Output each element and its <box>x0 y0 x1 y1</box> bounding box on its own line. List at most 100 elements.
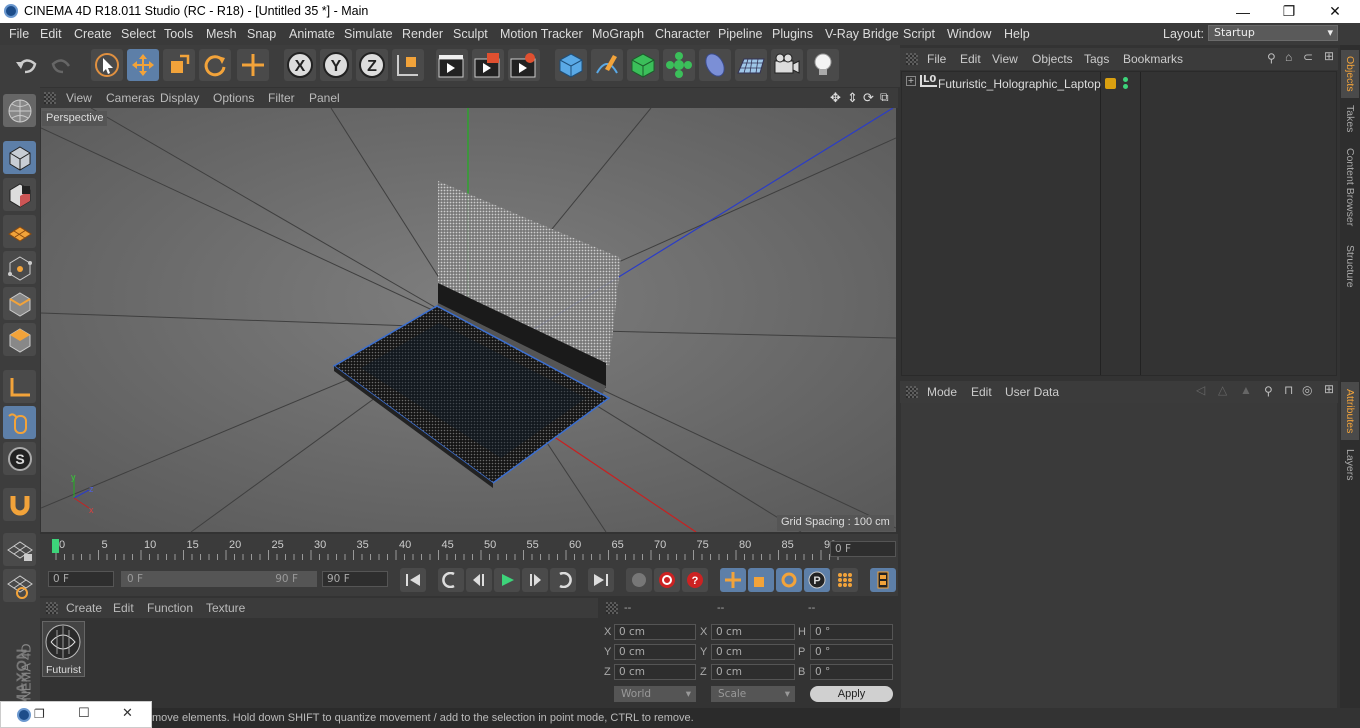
record-keys-button[interactable] <box>626 568 652 592</box>
current-frame-field[interactable]: 0 F <box>830 541 896 557</box>
menu-render[interactable]: Render <box>402 27 443 41</box>
floor-object-button[interactable] <box>735 49 767 81</box>
workplane-rotate-button[interactable] <box>3 569 36 602</box>
search-icon[interactable]: ⚲ <box>1267 51 1276 65</box>
previous-key-button[interactable] <box>438 568 464 592</box>
axis-mode-button[interactable] <box>3 370 36 403</box>
size-z-field[interactable]: 0 cm <box>711 664 795 680</box>
workplane-lock-button[interactable] <box>3 533 36 566</box>
pos-y-field[interactable]: 0 cm <box>614 644 696 660</box>
play-button[interactable] <box>494 568 520 592</box>
menu-motion-tracker[interactable]: Motion Tracker <box>500 27 583 41</box>
back-arrow-icon[interactable]: ◁ <box>1196 383 1205 397</box>
menu-file[interactable]: File <box>9 27 29 41</box>
menu-snap[interactable]: Snap <box>247 27 276 41</box>
menu-help[interactable]: Help <box>1004 27 1030 41</box>
previous-frame-button[interactable] <box>466 568 492 592</box>
y-axis-lock-button[interactable]: Y <box>320 49 352 81</box>
x-axis-lock-button[interactable]: X <box>284 49 316 81</box>
polygons-mode-button[interactable] <box>3 323 36 356</box>
timeline-window-button[interactable] <box>870 568 896 592</box>
attributes-menu-edit[interactable]: Edit <box>971 385 992 399</box>
undo-button[interactable] <box>10 49 42 81</box>
objects-menu-tags[interactable]: Tags <box>1084 52 1109 66</box>
zoom-view-icon[interactable]: ⇕ <box>847 90 858 106</box>
menu-mesh[interactable]: Mesh <box>206 27 237 41</box>
transform-tool-button[interactable] <box>237 49 269 81</box>
tab-structure[interactable]: Structure <box>1341 238 1359 294</box>
key-position-button[interactable] <box>720 568 746 592</box>
start-frame-field[interactable]: 0 F <box>48 571 114 587</box>
pen-spline-button[interactable] <box>591 49 623 81</box>
tab-content-browser[interactable]: Content Browser <box>1341 140 1359 234</box>
next-frame-button[interactable] <box>522 568 548 592</box>
menu-sculpt[interactable]: Sculpt <box>453 27 488 41</box>
menu-vray-bridge[interactable]: V-Ray Bridge <box>825 27 899 41</box>
key-scale-button[interactable] <box>748 568 774 592</box>
texture-mode-button[interactable] <box>3 178 36 211</box>
camera-object-button[interactable] <box>771 49 803 81</box>
material-menu-function[interactable]: Function <box>147 601 193 615</box>
go-to-start-button[interactable] <box>400 568 426 592</box>
object-row[interactable]: + L0 Futuristic_Holographic_Laptop <box>902 74 1337 92</box>
live-selection-button[interactable] <box>91 49 123 81</box>
key-rotation-button[interactable] <box>776 568 802 592</box>
pan-view-icon[interactable]: ✥ <box>830 90 841 106</box>
scale-tool-button[interactable] <box>163 49 195 81</box>
menu-character[interactable]: Character <box>655 27 710 41</box>
rot-h-field[interactable]: 0 ° <box>810 624 893 640</box>
solo-mode-button[interactable]: S <box>3 442 36 475</box>
coordinate-system-button[interactable] <box>392 49 424 81</box>
light-object-button[interactable] <box>807 49 839 81</box>
points-mode-button[interactable] <box>3 251 36 284</box>
layer-color-icon[interactable] <box>1105 78 1116 89</box>
cinema4d-taskbar-icon[interactable] <box>17 708 31 722</box>
menu-tools[interactable]: Tools <box>164 27 193 41</box>
size-y-field[interactable]: 0 cm <box>711 644 795 660</box>
restore-icon[interactable]: ❐ <box>34 707 45 721</box>
viewport-menu-view[interactable]: View <box>66 91 92 105</box>
edges-mode-button[interactable] <box>3 287 36 320</box>
end-frame-field[interactable]: 90 F <box>322 571 388 587</box>
coordinate-mode-dropdown[interactable]: World ▾ <box>614 686 696 702</box>
editor-visibility-dot[interactable] <box>1123 77 1128 82</box>
rotate-tool-button[interactable] <box>199 49 231 81</box>
key-parameter-button[interactable]: P <box>804 568 830 592</box>
go-to-end-button[interactable] <box>588 568 614 592</box>
apply-button[interactable]: Apply <box>810 686 893 702</box>
menu-script[interactable]: Script <box>903 27 935 41</box>
search-icon[interactable]: ⚲ <box>1264 384 1273 398</box>
forward-arrow-icon[interactable]: △ <box>1218 383 1227 397</box>
rot-b-field[interactable]: 0 ° <box>810 664 893 680</box>
render-view-button[interactable] <box>436 49 468 81</box>
rot-p-field[interactable]: 0 ° <box>810 644 893 660</box>
new-panel-icon[interactable]: ⊞ <box>1324 382 1334 396</box>
menu-plugins[interactable]: Plugins <box>772 27 813 41</box>
render-visibility-dot[interactable] <box>1123 84 1128 89</box>
material-menu-edit[interactable]: Edit <box>113 601 134 615</box>
menu-create[interactable]: Create <box>74 27 112 41</box>
z-axis-lock-button[interactable]: Z <box>356 49 388 81</box>
perspective-viewport[interactable]: y z x <box>41 108 896 532</box>
tab-takes[interactable]: Takes <box>1341 102 1359 136</box>
maximize-view-icon[interactable]: ⧉ <box>880 90 889 105</box>
menu-mograph[interactable]: MoGraph <box>592 27 644 41</box>
close-button[interactable]: ✕ <box>1312 0 1358 23</box>
expand-icon[interactable]: + <box>906 76 916 86</box>
objects-menu-bookmarks[interactable]: Bookmarks <box>1123 52 1183 66</box>
menu-select[interactable]: Select <box>121 27 156 41</box>
deformer-button[interactable] <box>699 49 731 81</box>
objects-menu-edit[interactable]: Edit <box>960 52 981 66</box>
frame-range-slider[interactable]: 0 F 90 F <box>121 571 317 587</box>
lock-icon[interactable]: ⊓ <box>1284 383 1293 397</box>
tab-objects[interactable]: Objects <box>1341 50 1359 98</box>
render-settings-button[interactable] <box>508 49 540 81</box>
next-key-button[interactable] <box>550 568 576 592</box>
close-icon[interactable]: ✕ <box>122 706 133 721</box>
keyframe-selection-button[interactable]: ? <box>682 568 708 592</box>
up-arrow-icon[interactable]: ▲ <box>1240 383 1252 397</box>
material-swatch[interactable]: Futurist <box>42 621 85 677</box>
viewport-menu-options[interactable]: Options <box>213 91 254 105</box>
viewport-menu-cameras[interactable]: Cameras <box>106 91 155 105</box>
home-icon[interactable]: ⌂ <box>1285 50 1292 64</box>
